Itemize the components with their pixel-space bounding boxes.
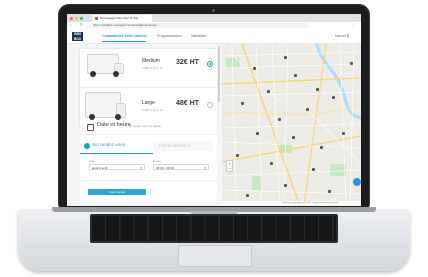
vehicle-radio-large[interactable] [207,102,213,108]
major-road [222,135,361,163]
time-select[interactable]: 09:00 - 09:30 ▾ [153,164,209,170]
schedule-title: Date et heure [97,122,131,128]
major-road [241,44,301,206]
vehicle-price: 32€ HT [176,59,199,66]
active-tab-indicator [102,41,146,42]
zoom-control: + − [226,160,233,172]
tab-favicon-icon [95,17,98,20]
schedule-subtitle: du rendez-vous de départ [129,124,161,128]
river [315,44,361,120]
reload-icon[interactable]: ↻ [80,22,83,27]
trackpad [178,245,252,267]
park [252,176,262,190]
maximize-window-icon[interactable] [80,17,83,20]
tab-commander[interactable]: Commandez votre camion [102,34,147,38]
divider [80,180,217,181]
order-button[interactable]: Commander [88,189,146,195]
park [330,164,346,176]
scrollbar[interactable] [218,46,220,102]
browser-tab-bar: Déménager Pas Cher et Vite [67,14,361,22]
option-appointment[interactable]: Sur rendez-vous [92,140,152,150]
vehicle-dimensions: 2,30m x 3m x 4m [142,108,164,112]
webcam [212,9,215,12]
back-icon[interactable]: ‹ [70,22,71,27]
screen: Déménager Pas Cher et Vite ‹ › ↻ https:/… [67,14,361,206]
forward-icon[interactable]: › [75,22,76,27]
vehicle-name: Medium [142,58,160,64]
tab-programmation[interactable]: Programmation [157,34,182,38]
map[interactable] [222,44,361,206]
time-label: Heure [153,159,162,163]
vehicle-radio-medium[interactable] [207,61,213,67]
map-tiles [222,44,361,206]
time-value: 09:00 - 09:30 [156,166,174,170]
tab-validation[interactable]: Validation [191,34,207,38]
address-input[interactable]: https://pingbox.monappli.com/simulation/… [89,23,309,28]
map-attribution: Données cartographiques ©2017 Google Con… [222,201,361,206]
vehicle-list: Medium 1,90m x 3m x 4m 32€ HT Large 2,30… [80,49,217,127]
vehicle-name: Large [142,100,155,106]
medium-van-wheel-rear [90,71,96,77]
vehicle-price: 48€ HT [176,100,199,107]
park [280,144,292,153]
date-select[interactable]: jeudi 6 avril ▾ [89,164,145,170]
active-option-indicator [80,153,153,154]
account-menu[interactable]: Marcel B [335,34,349,38]
close-window-icon[interactable] [70,17,73,20]
calendar-icon [87,124,94,131]
major-road [222,103,361,115]
keyboard-keys [92,216,336,241]
chevron-down-icon: ▾ [204,166,206,170]
divider [80,87,217,88]
menu-icon[interactable]: ⋮ [351,22,355,27]
zoom-out-button[interactable]: − [227,166,232,171]
large-van-wheel-rear [89,114,95,120]
medium-van-wheel-front [113,71,119,77]
date-label: Date [89,159,96,163]
appointment-radio[interactable] [84,143,90,149]
date-value: jeudi 6 avril [92,166,108,170]
minimize-window-icon[interactable] [75,17,78,20]
chat-icon[interactable] [353,178,361,186]
option-now[interactable]: Immédiatement [159,141,209,151]
app-header: GBX BOX Commandez votre camion Programma… [67,29,361,44]
large-van-wheel-front [115,114,121,120]
divider [80,134,217,135]
chevron-down-icon: ▾ [140,166,142,170]
logo[interactable]: GBX BOX [72,32,83,41]
browser-tab[interactable]: Déménager Pas Cher et Vite [92,15,152,22]
vehicle-option-medium[interactable]: Medium 1,90m x 3m x 4m 32€ HT [80,49,217,87]
vehicle-dimensions: 1,90m x 3m x 4m [142,66,164,70]
